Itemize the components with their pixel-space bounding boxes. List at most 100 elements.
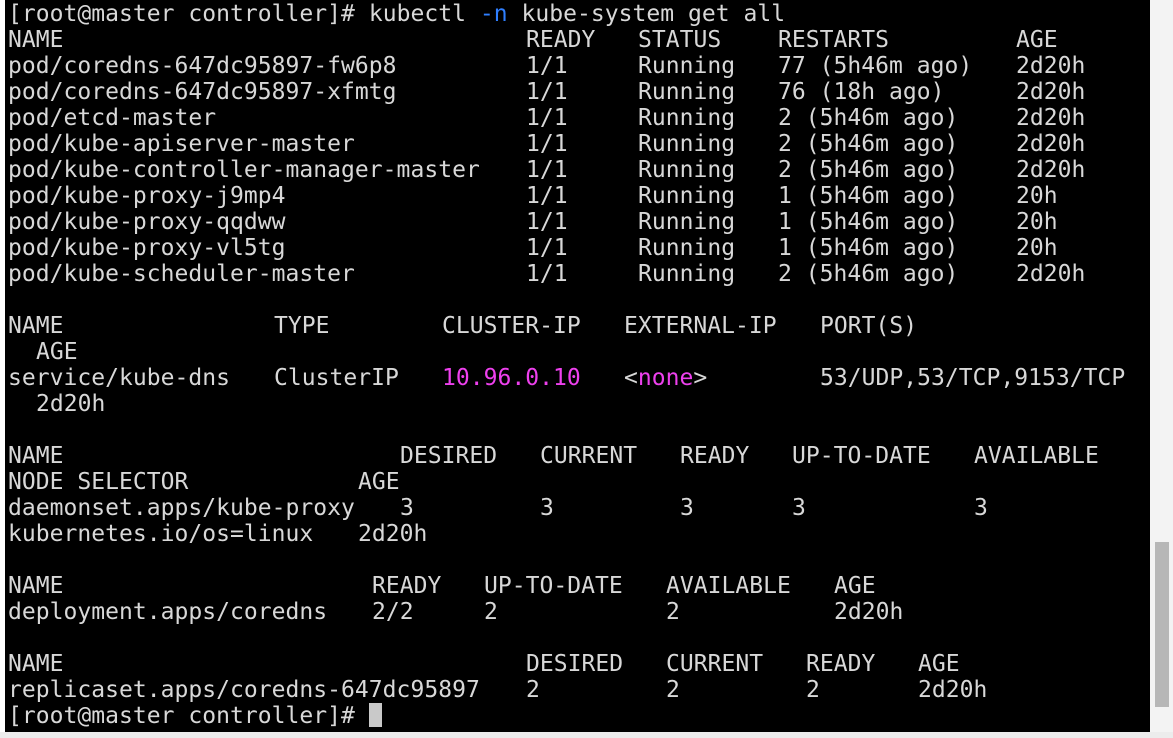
- pod-status: Running: [638, 79, 736, 105]
- col-header-restarts: RESTARTS: [778, 27, 890, 53]
- external-ip-close: >: [693, 365, 708, 391]
- col-header-name: NAME: [8, 443, 64, 469]
- daemonset-node-selector: kubernetes.io/os=linux: [8, 521, 314, 547]
- pod-ready: 1/1: [526, 235, 568, 261]
- pod-ready: 1/1: [526, 131, 568, 157]
- replicaset-ready: 2: [806, 677, 820, 703]
- services-header-wrap: AGE: [8, 339, 78, 365]
- col-header-desired: DESIRED: [526, 651, 624, 677]
- col-header-ready: READY: [806, 651, 876, 677]
- col-header-name: NAME: [8, 573, 64, 599]
- pod-restarts: 2 (5h46m ago): [778, 105, 959, 131]
- pod-status: Running: [638, 183, 736, 209]
- pod-row: pod/etcd-master 1/1 Running 2 (5h46m ago…: [8, 105, 1085, 131]
- col-header-desired: DESIRED: [400, 443, 498, 469]
- pod-restarts: 1 (5h46m ago): [778, 235, 959, 261]
- external-ip-open: <: [624, 365, 638, 391]
- window-bottom-edge: [0, 732, 1173, 738]
- deployment-up-to-date: 2: [484, 599, 498, 625]
- deployments-header: NAME READY UP-TO-DATE AVAILABLE AGE: [8, 573, 876, 599]
- pod-name: pod/kube-controller-manager-master: [8, 157, 480, 183]
- pod-name: pod/kube-proxy-j9mp4: [8, 183, 286, 209]
- pod-row: pod/kube-controller-manager-master 1/1 R…: [8, 157, 1085, 183]
- prompt-line[interactable]: [root@master controller]#: [8, 703, 382, 729]
- daemonset-row: daemonset.apps/kube-proxy 3 3 3 3 3: [8, 495, 988, 521]
- pod-status: Running: [638, 261, 736, 287]
- daemonset-row-wrap: kubernetes.io/os=linux 2d20h: [8, 521, 427, 547]
- replicaset-row: replicaset.apps/coredns-647dc95897 2 2 2…: [8, 677, 987, 703]
- daemonset-available: 3: [974, 495, 988, 521]
- pod-row: pod/kube-proxy-vl5tg 1/1 Running 1 (5h46…: [8, 235, 1058, 261]
- col-header-age: AGE: [1016, 27, 1058, 53]
- pod-name: pod/kube-scheduler-master: [8, 261, 355, 287]
- pod-restarts: 2 (5h46m ago): [778, 131, 959, 157]
- command-args: kube-system get all: [507, 1, 786, 27]
- pod-row: pod/kube-proxy-j9mp4 1/1 Running 1 (5h46…: [8, 183, 1058, 209]
- col-header-ports: PORT(S): [820, 313, 918, 339]
- service-row-wrap: 2d20h: [8, 391, 105, 417]
- col-header-up-to-date: UP-TO-DATE: [792, 443, 931, 469]
- col-header-external-ip: EXTERNAL-IP: [624, 313, 777, 339]
- terminal-window[interactable]: [root@master controller]# kubectl -n kub…: [5, 0, 1150, 738]
- col-header-name: NAME: [8, 651, 64, 677]
- pod-restarts: 76 (18h ago): [778, 79, 945, 105]
- pod-restarts: 77 (5h46m ago): [778, 53, 973, 79]
- text-cursor: [368, 703, 382, 727]
- pod-restarts: 1 (5h46m ago): [778, 209, 959, 235]
- pod-ready: 1/1: [526, 261, 568, 287]
- pod-restarts: 2 (5h46m ago): [778, 261, 959, 287]
- pod-ready: 1/1: [526, 105, 568, 131]
- replicaset-desired: 2: [526, 677, 540, 703]
- service-name: service/kube-dns: [8, 365, 231, 391]
- deployment-age: 2d20h: [834, 599, 904, 625]
- pod-age: 20h: [1016, 209, 1058, 235]
- shell-prompt: [root@master controller]#: [8, 703, 369, 729]
- service-ports: 53/UDP,53/TCP,9153/TCP: [820, 365, 1126, 391]
- pod-row: pod/kube-apiserver-master 1/1 Running 2 …: [8, 131, 1085, 157]
- pod-name: pod/kube-proxy-vl5tg: [8, 235, 286, 261]
- pod-age: 2d20h: [1016, 261, 1086, 287]
- col-header-ready: READY: [372, 573, 442, 599]
- col-header-type: TYPE: [274, 313, 330, 339]
- pod-age: 2d20h: [1016, 131, 1086, 157]
- replicaset-current: 2: [666, 677, 680, 703]
- daemonset-up-to-date: 3: [792, 495, 806, 521]
- pod-age: 2d20h: [1016, 79, 1086, 105]
- scrollbar-thumb[interactable]: [1155, 542, 1169, 707]
- service-type: ClusterIP: [274, 365, 399, 391]
- pod-name: pod/coredns-647dc95897-fw6p8: [8, 53, 397, 79]
- col-header-available: AVAILABLE: [666, 573, 791, 599]
- pod-status: Running: [638, 131, 736, 157]
- col-header-current: CURRENT: [666, 651, 764, 677]
- deployment-available: 2: [666, 599, 680, 625]
- daemonsets-header: NAME DESIRED CURRENT READY UP-TO-DATE AV…: [8, 443, 1099, 469]
- pod-status: Running: [638, 157, 736, 183]
- pod-status: Running: [638, 235, 736, 261]
- col-header-name: NAME: [8, 313, 64, 339]
- daemonset-ready: 3: [680, 495, 694, 521]
- pod-age: 2d20h: [1016, 157, 1086, 183]
- service-cluster-ip: 10.96.0.10: [442, 365, 581, 391]
- deployment-row: deployment.apps/coredns 2/2 2 2 2d20h: [8, 599, 903, 625]
- service-row: service/kube-dns ClusterIP 10.96.0.10 <n…: [8, 365, 1125, 391]
- pod-ready: 1/1: [526, 183, 568, 209]
- col-header-node-selector: NODE SELECTOR: [8, 469, 189, 495]
- pod-restarts: 2 (5h46m ago): [778, 157, 959, 183]
- pod-age: 2d20h: [1016, 53, 1086, 79]
- pod-age: 20h: [1016, 235, 1058, 261]
- col-header-up-to-date: UP-TO-DATE: [484, 573, 623, 599]
- pod-ready: 1/1: [526, 53, 568, 79]
- col-header-age: AGE: [36, 339, 78, 365]
- pod-row: pod/coredns-647dc95897-xfmtg 1/1 Running…: [8, 79, 1085, 105]
- shell-prompt: [root@master controller]#: [8, 1, 369, 27]
- service-external-ip: <none>: [624, 365, 707, 391]
- pod-ready: 1/1: [526, 157, 568, 183]
- command-flag: -n: [479, 1, 508, 27]
- command-line: [root@master controller]# kubectl -n kub…: [8, 1, 785, 27]
- replicaset-name: replicaset.apps/coredns-647dc95897: [8, 677, 480, 703]
- pod-ready: 1/1: [526, 209, 568, 235]
- pod-name: pod/coredns-647dc95897-xfmtg: [8, 79, 397, 105]
- col-header-name: NAME: [8, 27, 64, 53]
- pod-age: 20h: [1016, 183, 1058, 209]
- pod-ready: 1/1: [526, 79, 568, 105]
